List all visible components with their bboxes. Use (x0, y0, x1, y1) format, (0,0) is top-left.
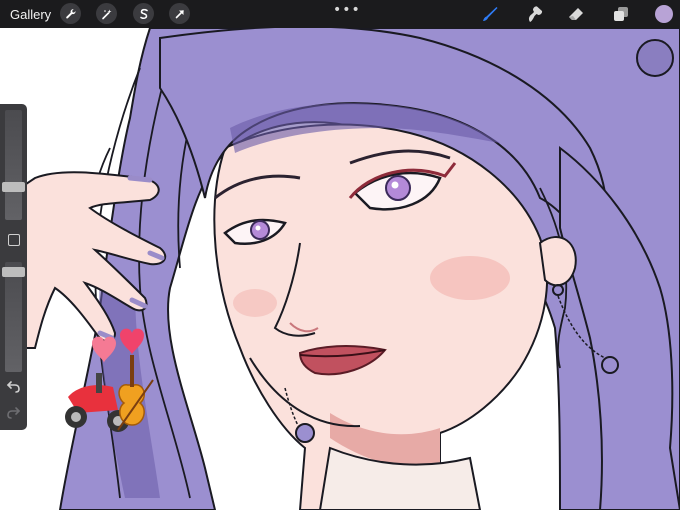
brush-size-thumb[interactable] (2, 182, 25, 193)
ear (538, 236, 577, 287)
opacity-slider[interactable] (2, 262, 25, 372)
selection-button[interactable] (133, 3, 154, 24)
top-toolbar: Gallery ••• (0, 0, 680, 28)
color-picker-button[interactable] (655, 5, 673, 23)
scooter-icon (65, 373, 129, 432)
actions-button[interactable] (60, 3, 81, 24)
more-menu-button[interactable]: ••• (333, 2, 361, 18)
brush-size-slider[interactable] (2, 110, 25, 220)
left-sidebar (0, 104, 27, 430)
undo-icon (6, 381, 20, 393)
smudge-tool-button[interactable] (525, 4, 545, 24)
iris-right (385, 175, 411, 201)
earring-bead-right (601, 356, 619, 374)
violin-icon (117, 355, 154, 431)
earring-bead-left (295, 423, 315, 443)
transform-button[interactable] (169, 3, 190, 24)
heart-icon (92, 336, 116, 363)
cheek-blush-left (233, 289, 277, 317)
wrench-icon (65, 8, 76, 18)
undo-button[interactable] (6, 379, 21, 394)
iris-left (250, 220, 270, 240)
brush-tool-button[interactable] (480, 4, 500, 24)
modify-button[interactable] (8, 234, 20, 246)
iris-highlight-right (391, 181, 399, 189)
magic-wand-icon (101, 9, 111, 19)
brush-icon (483, 7, 498, 21)
iris-highlight-left (255, 225, 261, 231)
heart-icon (120, 328, 144, 355)
sticker-group (58, 325, 168, 445)
arrow-cursor-icon (175, 9, 184, 18)
eraser-tool-button[interactable] (566, 4, 586, 24)
gallery-button[interactable]: Gallery (10, 7, 51, 22)
smudge-icon (528, 6, 543, 23)
hair-ornament (636, 39, 674, 77)
redo-button[interactable] (6, 405, 21, 420)
cheek-blush (430, 256, 510, 300)
redo-icon (7, 407, 21, 419)
layers-icon (614, 7, 628, 21)
adjustments-button[interactable] (96, 3, 117, 24)
layers-button[interactable] (611, 4, 631, 24)
eraser-icon (569, 8, 583, 20)
selection-s-icon (139, 8, 148, 19)
opacity-thumb[interactable] (2, 267, 25, 277)
